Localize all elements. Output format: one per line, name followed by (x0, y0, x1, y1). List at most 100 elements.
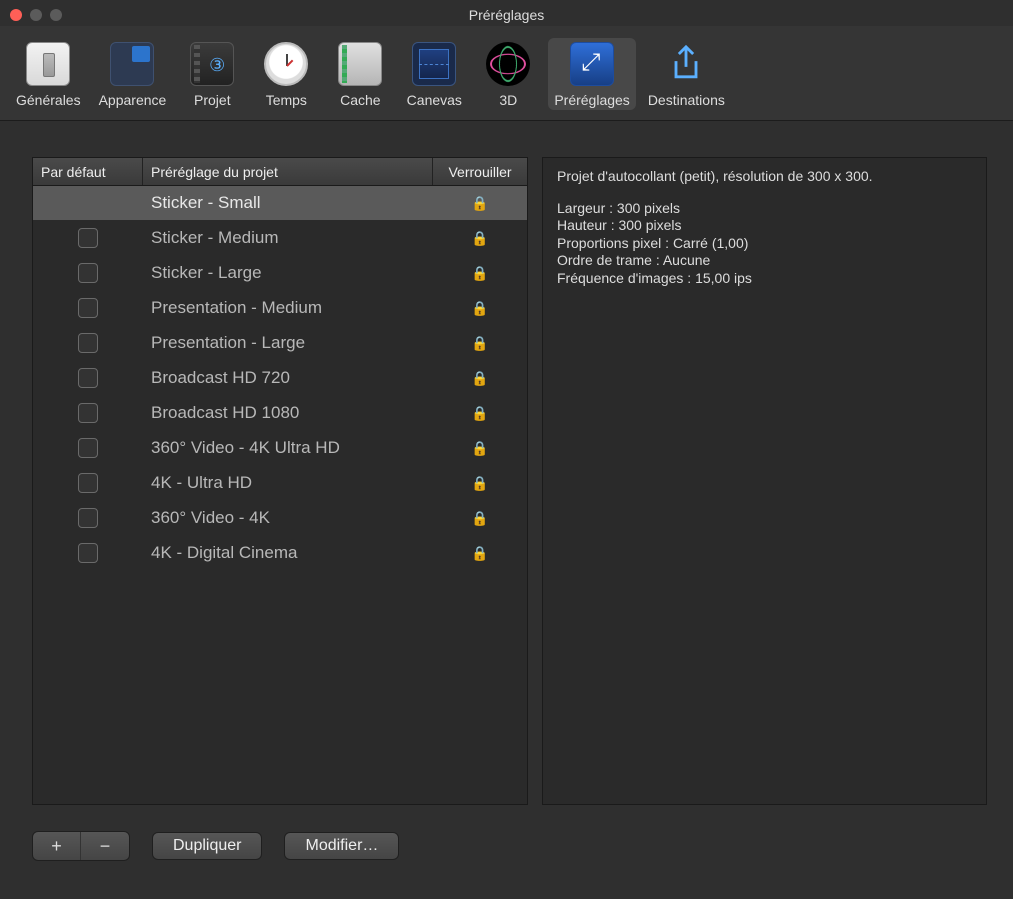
preset-description: Projet d'autocollant (petit), résolution… (557, 168, 972, 186)
toolbar: Générales Apparence Projet Temps Cache Caneva… (0, 26, 1013, 121)
default-checkbox[interactable] (78, 473, 98, 493)
bottom-bar: + − Dupliquer Modifier… (0, 825, 1013, 885)
canvas-icon (412, 42, 456, 86)
table-row[interactable]: 360° Video - 4K Ultra HD🔒 (33, 431, 527, 466)
lock-cell: 🔒 (433, 300, 527, 317)
default-cell (33, 263, 143, 283)
preset-name: Sticker - Large (143, 263, 433, 283)
lock-icon: 🔒 (471, 195, 488, 212)
table-row[interactable]: Broadcast HD 1080🔒 (33, 396, 527, 431)
preset-name: Sticker - Small (143, 193, 433, 213)
lock-cell: 🔒 (433, 475, 527, 492)
col-header-default[interactable]: Par défaut (33, 158, 143, 185)
lock-icon: 🔒 (471, 475, 488, 492)
toolbar-label: Apparence (99, 92, 167, 108)
default-checkbox[interactable] (78, 543, 98, 563)
film-icon (190, 42, 234, 86)
table-row[interactable]: Sticker - Small 🔒 (33, 186, 527, 221)
toolbar-label: Générales (16, 92, 81, 108)
lock-icon: 🔒 (471, 265, 488, 282)
default-cell (33, 473, 143, 493)
detail-line: Hauteur : 300 pixels (557, 217, 972, 235)
lock-icon: 🔒 (471, 545, 488, 562)
toolbar-label: 3D (499, 92, 517, 108)
drive-icon (338, 42, 382, 86)
lock-icon: 🔒 (471, 510, 488, 527)
appearance-icon (110, 42, 154, 86)
duplicate-button[interactable]: Dupliquer (152, 832, 262, 860)
preset-name: Sticker - Medium (143, 228, 433, 248)
toolbar-label: Destinations (648, 92, 725, 108)
preset-details-pane: Projet d'autocollant (petit), résolution… (542, 157, 987, 805)
minimize-window-button[interactable] (30, 9, 42, 21)
toolbar-apparence[interactable]: Apparence (93, 38, 173, 110)
toolbar-label: Préréglages (554, 92, 630, 108)
zoom-window-button[interactable] (50, 9, 62, 21)
table-row[interactable]: Presentation - Medium 🔒 (33, 291, 527, 326)
presets-icon (570, 42, 614, 86)
lock-icon: 🔒 (471, 230, 488, 247)
remove-preset-button[interactable]: − (81, 832, 129, 860)
lock-cell: 🔒 (433, 195, 527, 212)
toolbar-prereglages[interactable]: Préréglages (548, 38, 636, 110)
default-checkbox[interactable] (78, 403, 98, 423)
toolbar-label: Cache (340, 92, 380, 108)
default-cell (33, 333, 143, 353)
toolbar-3d[interactable]: 3D (474, 38, 542, 110)
lock-cell: 🔒 (433, 370, 527, 387)
table-body[interactable]: Sticker - Small🔒Sticker - Medium🔒Sticker… (33, 186, 527, 804)
detail-line: Ordre de trame : Aucune (557, 252, 972, 270)
default-cell (33, 403, 143, 423)
lock-cell: 🔒 (433, 405, 527, 422)
window-title: Préréglages (0, 7, 1013, 23)
lock-cell: 🔒 (433, 230, 527, 247)
toolbar-generales[interactable]: Générales (10, 38, 87, 110)
lock-cell: 🔒 (433, 440, 527, 457)
close-window-button[interactable] (10, 9, 22, 21)
toolbar-canevas[interactable]: Canevas (400, 38, 468, 110)
table-row[interactable]: Sticker - Medium 🔒 (33, 221, 527, 256)
default-checkbox[interactable] (78, 333, 98, 353)
default-cell (33, 368, 143, 388)
toolbar-temps[interactable]: Temps (252, 38, 320, 110)
col-header-lock[interactable]: Verrouiller (433, 158, 527, 185)
preset-name: Presentation - Large (143, 333, 433, 353)
default-checkbox[interactable] (78, 298, 98, 318)
preset-name: 360° Video - 4K (143, 508, 433, 528)
toolbar-label: Projet (194, 92, 231, 108)
detail-line: Fréquence d'images : 15,00 ips (557, 270, 972, 288)
table-row[interactable]: Sticker - Large 🔒 (33, 256, 527, 291)
preset-name: 4K - Digital Cinema (143, 543, 433, 563)
add-preset-button[interactable]: + (33, 832, 81, 860)
default-cell (33, 543, 143, 563)
table-row[interactable]: 4K - Digital Cinema 🔒 (33, 536, 527, 571)
modify-button[interactable]: Modifier… (284, 832, 399, 860)
default-checkbox[interactable] (78, 368, 98, 388)
detail-line: Largeur : 300 pixels (557, 200, 972, 218)
table-row[interactable]: 360° Video - 4K 🔒 (33, 501, 527, 536)
table-row[interactable]: Broadcast HD 720🔒 (33, 361, 527, 396)
lock-cell: 🔒 (433, 335, 527, 352)
default-checkbox[interactable] (78, 438, 98, 458)
table-row[interactable]: 4K - Ultra HD 🔒 (33, 466, 527, 501)
toolbar-destinations[interactable]: Destinations (642, 38, 731, 110)
lock-icon: 🔒 (471, 370, 488, 387)
detail-line: Proportions pixel : Carré (1,00) (557, 235, 972, 253)
default-checkbox[interactable] (78, 228, 98, 248)
orbit-icon (486, 42, 530, 86)
default-checkbox[interactable] (78, 508, 98, 528)
preset-name: 4K - Ultra HD (143, 473, 433, 493)
titlebar: Préréglages (0, 0, 1013, 26)
toolbar-projet[interactable]: Projet (178, 38, 246, 110)
toolbar-label: Temps (266, 92, 307, 108)
lock-cell: 🔒 (433, 545, 527, 562)
table-header: Par défaut Préréglage du projet Verrouil… (33, 158, 527, 186)
lock-icon: 🔒 (471, 335, 488, 352)
lock-icon: 🔒 (471, 300, 488, 317)
preset-name: Presentation - Medium (143, 298, 433, 318)
default-cell (33, 228, 143, 248)
col-header-name[interactable]: Préréglage du projet (143, 158, 433, 185)
table-row[interactable]: Presentation - Large 🔒 (33, 326, 527, 361)
default-checkbox[interactable] (78, 263, 98, 283)
toolbar-cache[interactable]: Cache (326, 38, 394, 110)
